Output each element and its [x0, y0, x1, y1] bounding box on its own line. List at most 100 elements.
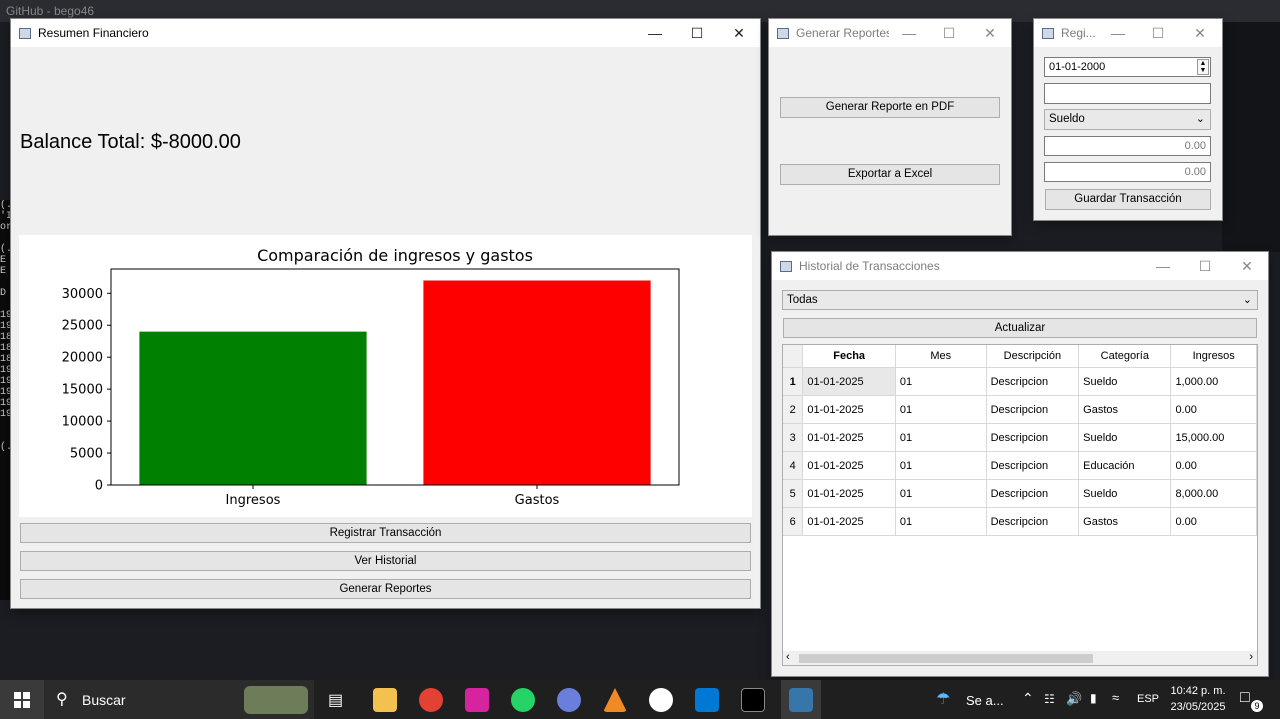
scrollbar-thumb[interactable]: [799, 654, 1093, 663]
notification-icon[interactable]: □: [1240, 689, 1250, 707]
table-cell[interactable]: Sueldo: [1078, 423, 1172, 452]
vlc-icon[interactable]: [603, 688, 627, 712]
table-cell[interactable]: Descripcion: [986, 479, 1080, 508]
clock-time[interactable]: 10:42 p. m.: [1166, 685, 1230, 697]
app-icon-blue[interactable]: [557, 688, 581, 712]
battery-icon[interactable]: ▮: [1090, 691, 1097, 705]
generate-reports-button[interactable]: Generar Reportes: [20, 579, 751, 599]
date-field[interactable]: 01-01-2000 ▲ ▼: [1044, 57, 1211, 77]
table-cell[interactable]: 01-01-2025: [802, 479, 896, 508]
table-cell[interactable]: 8,000.00: [1170, 479, 1257, 508]
table-cell[interactable]: 01-01-2025: [802, 395, 896, 424]
column-header[interactable]: Categoría: [1078, 345, 1172, 368]
weather-label[interactable]: Se a...: [966, 693, 1004, 708]
maximize-icon[interactable]: ☐: [929, 25, 969, 42]
table-cell[interactable]: Descripcion: [986, 423, 1080, 452]
close-icon[interactable]: ✕: [1226, 258, 1268, 275]
column-header[interactable]: Descripción: [986, 345, 1080, 368]
clock-date[interactable]: 23/05/2025: [1166, 701, 1230, 713]
file-explorer-icon[interactable]: [373, 688, 397, 712]
table-cell[interactable]: 0.00: [1170, 395, 1257, 424]
scroll-left-icon[interactable]: ‹: [786, 651, 790, 663]
refresh-button[interactable]: Actualizar: [783, 318, 1257, 338]
register-transaction-button[interactable]: Registrar Transacción: [20, 523, 751, 543]
wifi-icon[interactable]: ≈: [1112, 690, 1119, 705]
expense-field[interactable]: 0.00: [1044, 162, 1211, 182]
row-number[interactable]: 4: [783, 451, 804, 480]
minimize-icon[interactable]: —: [1142, 258, 1184, 274]
table-row[interactable]: 3 01-01-2025 01 Descripcion Sueldo 15,000.00: [783, 423, 1257, 452]
table-cell[interactable]: Sueldo: [1078, 367, 1172, 396]
column-header[interactable]: Ingresos: [1170, 345, 1257, 368]
row-number[interactable]: 2: [783, 395, 804, 424]
search-box[interactable]: ⚲ Buscar: [44, 680, 314, 719]
row-number[interactable]: 5: [783, 479, 804, 508]
maximize-icon[interactable]: ☐: [1138, 25, 1178, 42]
task-view-icon[interactable]: ▤: [328, 690, 343, 710]
table-cell[interactable]: 01-01-2025: [802, 507, 896, 536]
whatsapp-icon[interactable]: [511, 688, 535, 712]
python-icon[interactable]: [789, 688, 813, 712]
view-history-button[interactable]: Ver Historial: [20, 551, 751, 571]
table-row[interactable]: 5 01-01-2025 01 Descripcion Sueldo 8,000.00: [783, 479, 1257, 508]
weather-icon[interactable]: ☂: [936, 689, 950, 709]
minimize-icon[interactable]: —: [889, 25, 929, 41]
income-field[interactable]: 0.00: [1044, 136, 1211, 156]
table-cell[interactable]: Descripcion: [986, 507, 1080, 536]
row-number[interactable]: 1: [783, 367, 804, 396]
table-cell[interactable]: Gastos: [1078, 507, 1172, 536]
vscode-icon[interactable]: [695, 688, 719, 712]
table-cell[interactable]: 01-01-2025: [802, 367, 896, 396]
speaker-icon[interactable]: 🔊: [1066, 691, 1082, 707]
maximize-icon[interactable]: ☐: [1184, 258, 1226, 275]
table-cell[interactable]: 15,000.00: [1170, 423, 1257, 452]
close-icon[interactable]: ✕: [1178, 25, 1222, 42]
row-number[interactable]: 6: [783, 507, 804, 536]
table-cell[interactable]: Descripcion: [986, 367, 1080, 396]
generate-pdf-button[interactable]: Generar Reporte en PDF: [780, 97, 1000, 118]
filter-select[interactable]: Todas ⌄: [782, 290, 1258, 310]
scroll-right-icon[interactable]: ›: [1249, 651, 1253, 663]
chrome-icon[interactable]: [419, 688, 443, 712]
column-header[interactable]: Fecha: [802, 345, 896, 368]
table-cell[interactable]: 01: [895, 423, 987, 452]
ime-icon[interactable]: ☷: [1044, 692, 1055, 706]
terminal-icon[interactable]: [741, 688, 765, 712]
table-cell[interactable]: 01-01-2025: [802, 423, 896, 452]
description-field[interactable]: [1044, 83, 1211, 104]
column-header[interactable]: Mes: [895, 345, 987, 368]
table-cell[interactable]: 1,000.00: [1170, 367, 1257, 396]
table-cell[interactable]: 01: [895, 507, 987, 536]
github-icon[interactable]: [649, 688, 673, 712]
table-row[interactable]: 4 01-01-2025 01 Descripcion Educación 0.00: [783, 451, 1257, 480]
spinner-icon[interactable]: ▲ ▼: [1197, 59, 1209, 75]
instagram-icon[interactable]: [465, 688, 489, 712]
table-cell[interactable]: 01: [895, 451, 987, 480]
export-excel-button[interactable]: Exportar a Excel: [780, 164, 1000, 185]
table-cell[interactable]: 01: [895, 367, 987, 396]
table-cell[interactable]: Descripcion: [986, 395, 1080, 424]
chevron-up-icon[interactable]: ⌃: [1022, 690, 1034, 707]
row-number[interactable]: 3: [783, 423, 804, 452]
table-cell[interactable]: 01: [895, 479, 987, 508]
table-cell[interactable]: 0.00: [1170, 451, 1257, 480]
minimize-icon[interactable]: —: [634, 25, 676, 41]
table-cell[interactable]: Descripcion: [986, 451, 1080, 480]
table-cell[interactable]: Sueldo: [1078, 479, 1172, 508]
minimize-icon[interactable]: —: [1098, 25, 1138, 41]
horizontal-scrollbar[interactable]: ‹ ›: [783, 651, 1257, 665]
save-transaction-button[interactable]: Guardar Transacción: [1045, 189, 1211, 210]
language-indicator[interactable]: ESP: [1137, 693, 1159, 705]
table-row[interactable]: 2 01-01-2025 01 Descripcion Gastos 0.00: [783, 395, 1257, 424]
table-row[interactable]: 6 01-01-2025 01 Descripcion Gastos 0.00: [783, 507, 1257, 536]
table-cell[interactable]: Educación: [1078, 451, 1172, 480]
maximize-icon[interactable]: ☐: [676, 25, 718, 42]
table-cell[interactable]: 0.00: [1170, 507, 1257, 536]
table-row[interactable]: 1 01-01-2025 01 Descripcion Sueldo 1,000.00: [783, 367, 1257, 396]
category-select[interactable]: Sueldo ⌄: [1044, 109, 1211, 130]
start-button[interactable]: [0, 680, 44, 719]
table-cell[interactable]: 01-01-2025: [802, 451, 896, 480]
close-icon[interactable]: ✕: [718, 25, 760, 42]
table-cell[interactable]: 01: [895, 395, 987, 424]
table-cell[interactable]: Gastos: [1078, 395, 1172, 424]
